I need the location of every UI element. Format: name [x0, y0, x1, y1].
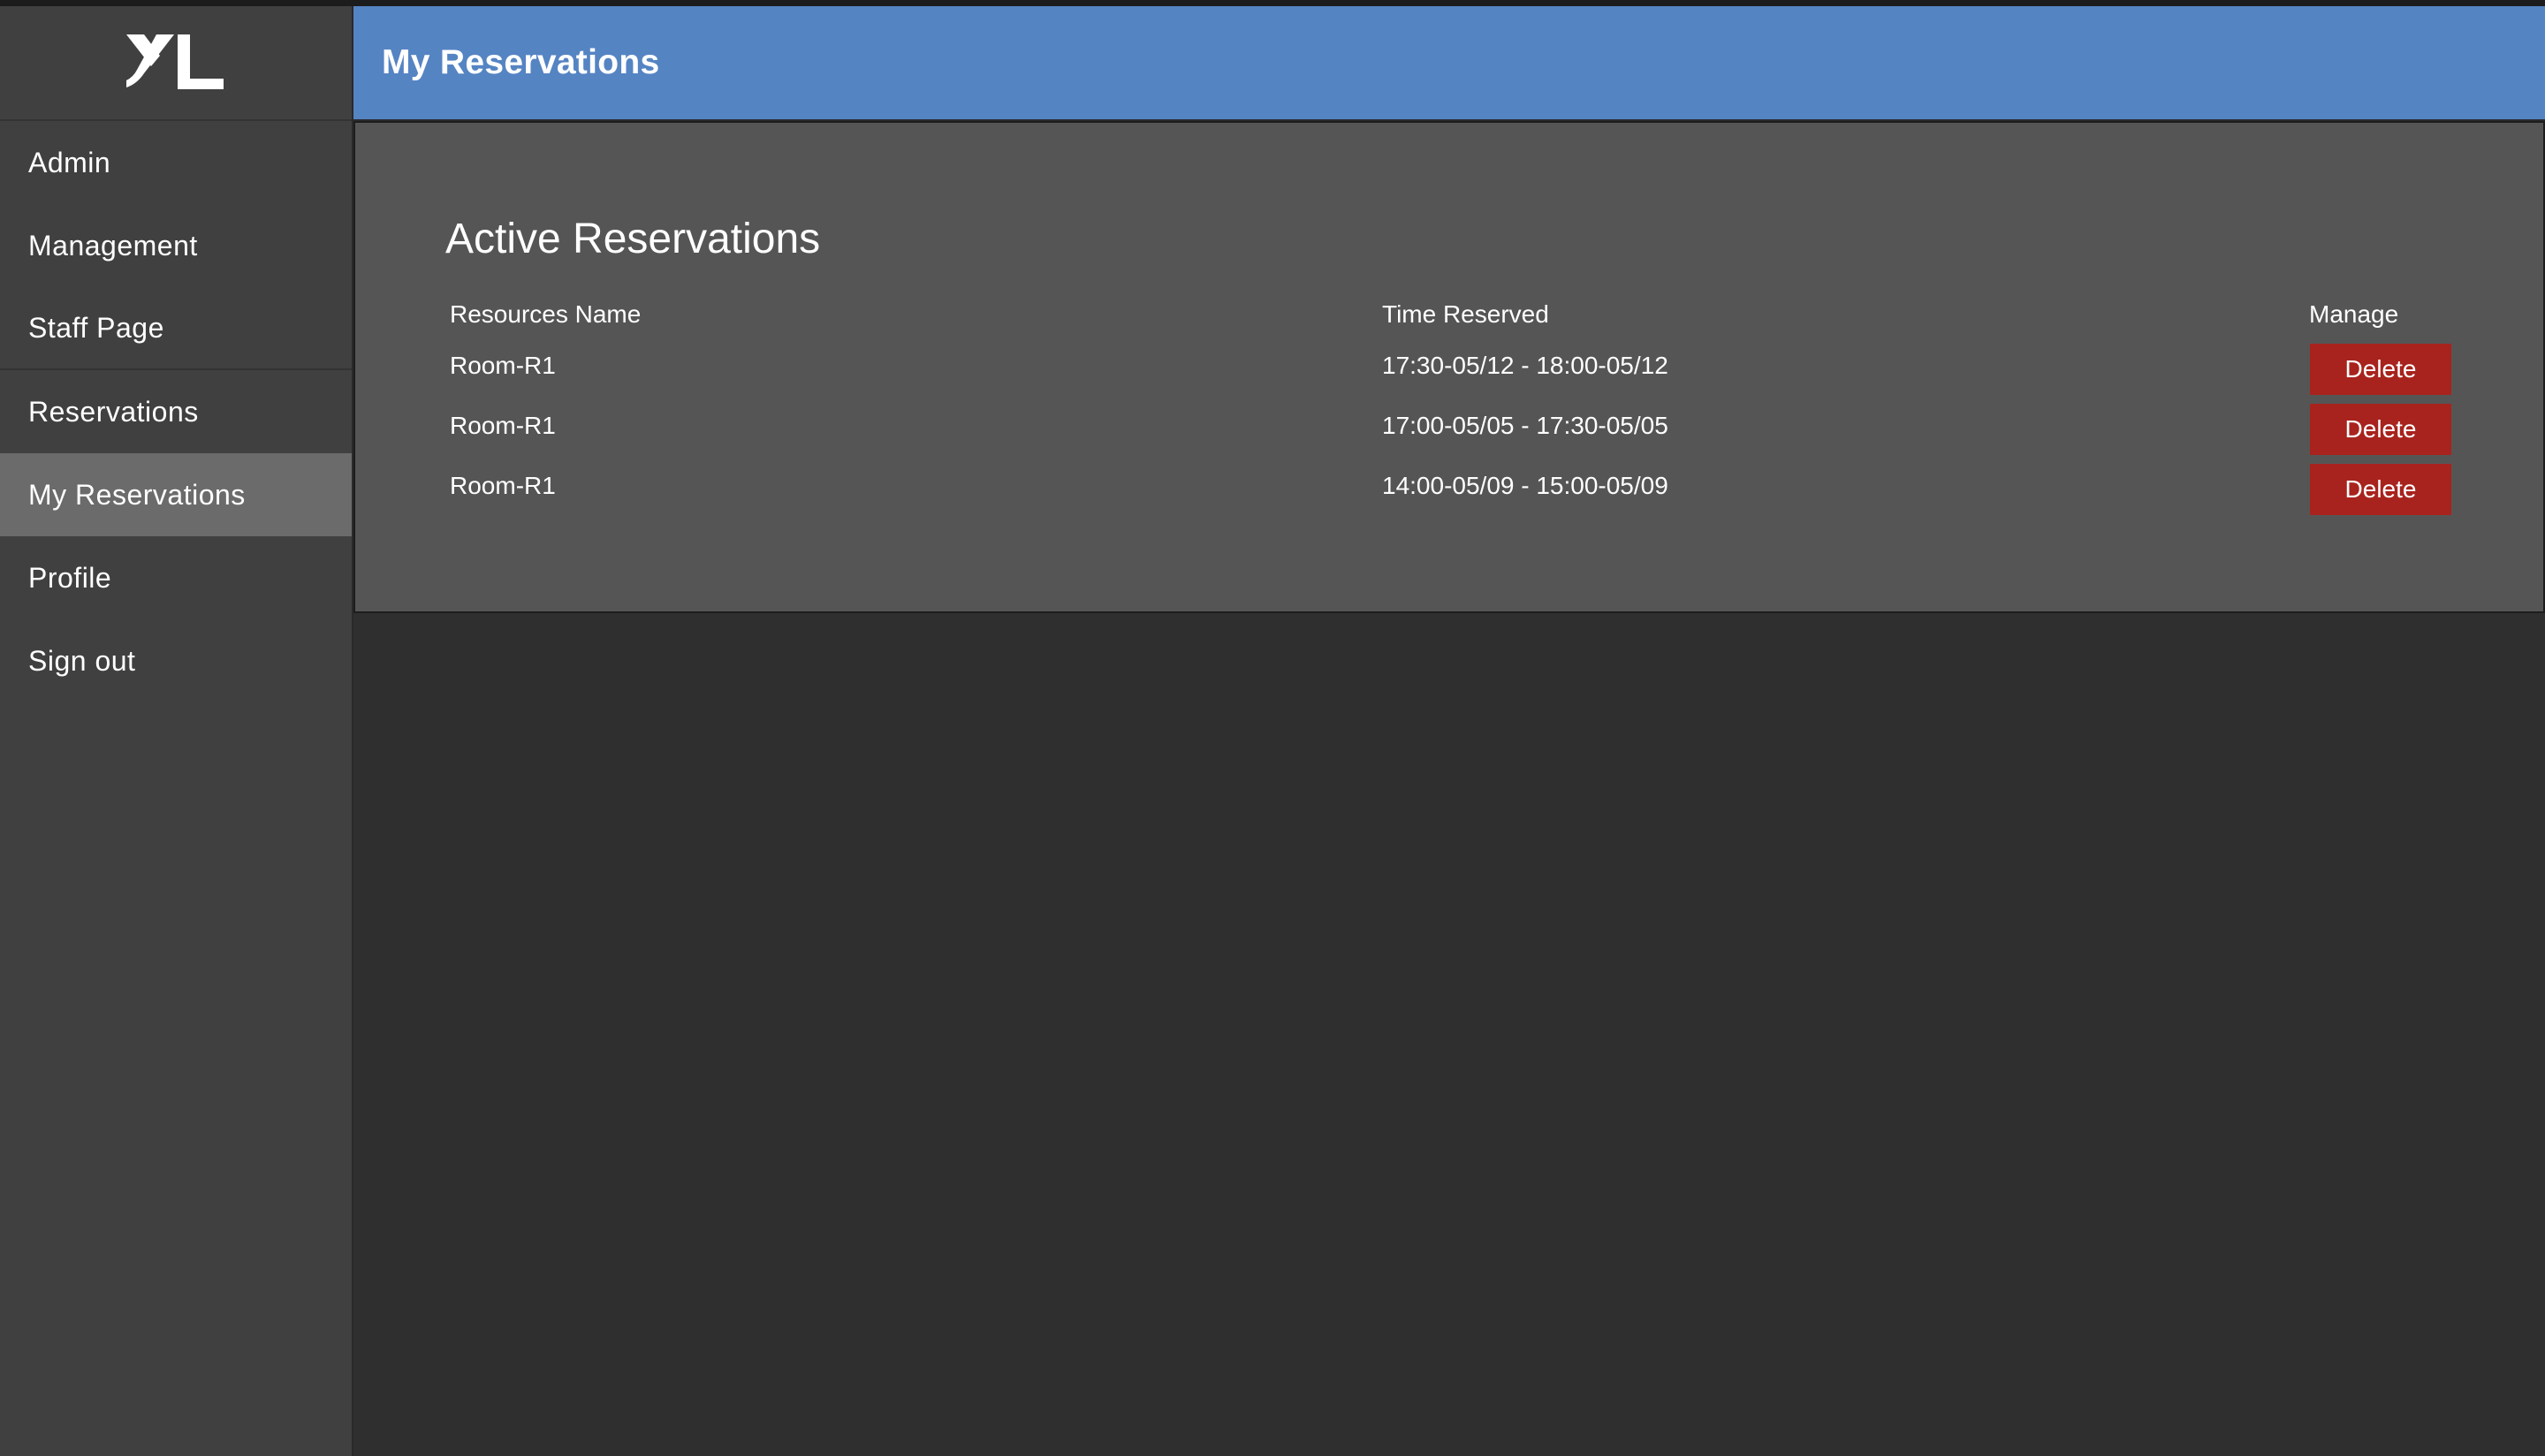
delete-reservation-button[interactable]: Delete: [2310, 464, 2451, 515]
xl-logo-icon: [125, 33, 227, 93]
sidebar-item-label: Admin: [28, 146, 111, 178]
column-header-manage: Manage: [2309, 300, 2399, 328]
sidebar-item-profile[interactable]: Profile: [0, 536, 352, 619]
section-title: Active Reservations: [445, 216, 821, 262]
active-reservations-panel: Active Reservations Resources Name Time …: [353, 121, 2545, 613]
reservation-resource-name: Room-R1: [450, 412, 556, 439]
sidebar-item-admin[interactable]: Admin: [0, 121, 352, 204]
reservation-resource-name: Room-R1: [450, 472, 556, 499]
delete-reservation-button[interactable]: Delete: [2310, 404, 2451, 455]
sidebar-item-label: Management: [28, 229, 198, 262]
page-header: My Reservations: [353, 6, 2545, 121]
reservation-time: 17:30-05/12 - 18:00-05/12: [1382, 352, 1668, 379]
sidebar-item-label: Sign out: [28, 644, 136, 677]
sidebar-item-staff-page[interactable]: Staff Page: [0, 287, 352, 370]
sidebar-item-label: My Reservations: [28, 478, 246, 511]
sidebar-item-label: Staff Page: [28, 311, 164, 344]
reservation-time: 14:00-05/09 - 15:00-05/09: [1382, 472, 1668, 499]
page-title: My Reservations: [382, 43, 660, 81]
sidebar-item-my-reservations[interactable]: My Reservations: [0, 453, 352, 536]
sidebar-item-sign-out[interactable]: Sign out: [0, 619, 352, 702]
reservation-time: 17:00-05/05 - 17:30-05/05: [1382, 412, 1668, 439]
window-top-edge: [0, 0, 2545, 6]
delete-reservation-button[interactable]: Delete: [2310, 344, 2451, 395]
column-header-resources-name: Resources Name: [450, 300, 642, 328]
logo[interactable]: [0, 6, 352, 121]
reservation-resource-name: Room-R1: [450, 352, 556, 379]
sidebar-item-management[interactable]: Management: [0, 204, 352, 287]
sidebar-item-label: Profile: [28, 561, 112, 594]
sidebar-item-reservations[interactable]: Reservations: [0, 370, 352, 453]
sidebar-item-label: Reservations: [28, 395, 199, 428]
sidebar: Admin Management Staff Page Reservations…: [0, 6, 353, 1456]
column-header-time-reserved: Time Reserved: [1382, 300, 1549, 328]
